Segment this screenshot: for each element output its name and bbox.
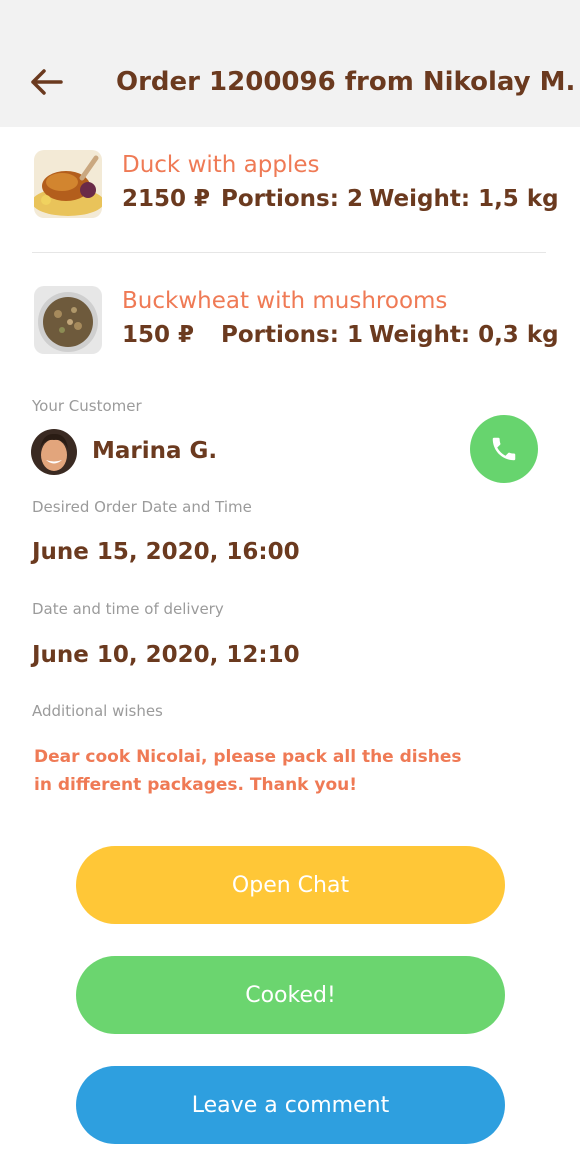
customer-name: Marina G. xyxy=(92,438,218,464)
delivery-date-label: Date and time of delivery xyxy=(32,600,224,618)
phone-icon xyxy=(492,437,516,461)
app-header: Order 1200096 from Nikolay M. xyxy=(0,0,580,127)
wishes-line: in different packages. Thank you! xyxy=(34,775,358,795)
back-arrow-icon[interactable] xyxy=(26,62,66,102)
dish-name-link[interactable]: Buckwheat with mushrooms xyxy=(122,288,447,314)
page-title: Order 1200096 from Nikolay M. xyxy=(116,67,576,97)
dish-name-link[interactable]: Duck with apples xyxy=(122,152,320,178)
cooked-button[interactable]: Cooked! xyxy=(76,956,505,1034)
open-chat-button[interactable]: Open Chat xyxy=(76,846,505,924)
divider xyxy=(32,252,546,253)
call-button[interactable] xyxy=(470,415,538,483)
customer-label: Your Customer xyxy=(32,397,142,415)
wishes-line: Dear cook Nicolai, please pack all the d… xyxy=(34,747,462,767)
desired-date-label: Desired Order Date and Time xyxy=(32,498,252,516)
wishes-text: Dear cook Nicolai, please pack all the d… xyxy=(34,743,504,799)
leave-comment-button[interactable]: Leave a comment xyxy=(76,1066,505,1144)
order-item: Buckwheat with mushrooms 150 ₽ Portions:… xyxy=(34,286,559,356)
dish-portions: Portions: 1 xyxy=(221,322,363,348)
order-item: Duck with apples 2150 ₽ Portions: 2 Weig… xyxy=(34,150,559,220)
roast-duck-icon xyxy=(34,150,102,218)
dish-price: 150 ₽ xyxy=(122,322,195,348)
buckwheat-bowl-icon xyxy=(34,286,102,354)
avatar xyxy=(31,429,77,475)
dish-price: 2150 ₽ xyxy=(122,186,211,212)
dish-weight: Weight: 1,5 kg xyxy=(369,186,559,212)
delivery-date-value: June 10, 2020, 12:10 xyxy=(32,642,300,668)
wishes-label: Additional wishes xyxy=(32,702,163,720)
desired-date-value: June 15, 2020, 16:00 xyxy=(32,539,300,565)
dish-weight: Weight: 0,3 kg xyxy=(369,322,559,348)
dish-portions: Portions: 2 xyxy=(221,186,363,212)
